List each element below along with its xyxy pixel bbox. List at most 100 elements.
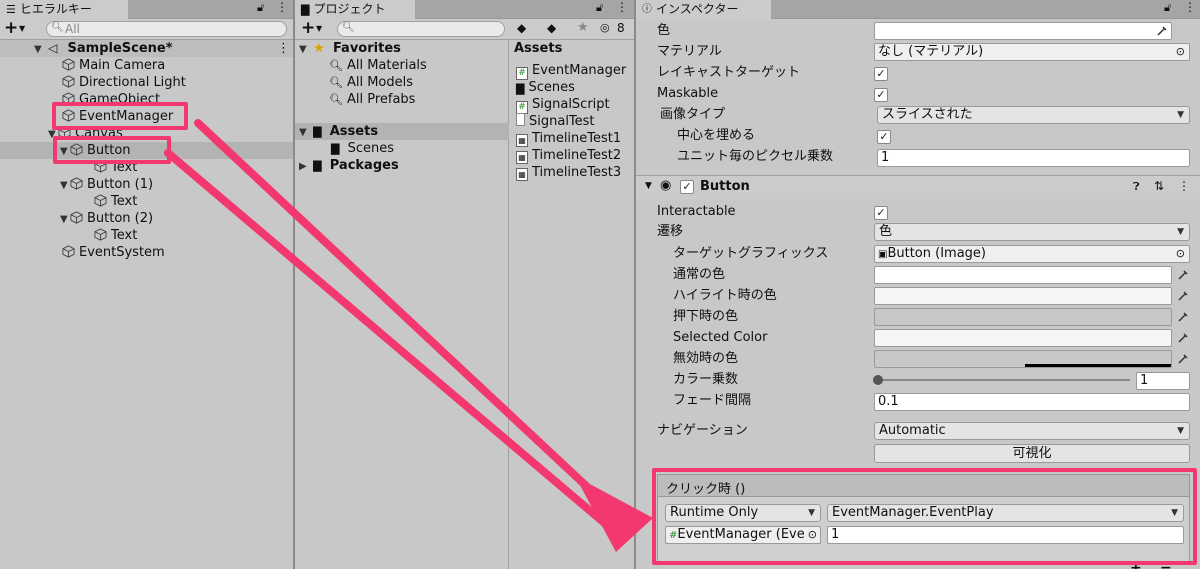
chevron-down-icon[interactable]: ▼ [34, 41, 44, 58]
hierarchy-item[interactable]: Text [0, 159, 293, 176]
scene-row[interactable]: ▼ ◁ SampleScene* ⋮ [0, 40, 293, 57]
hierarchy-item[interactable]: EventSystem [0, 244, 293, 261]
navigation-dropdown[interactable]: Automatic ▼ [874, 422, 1190, 440]
image-type-dropdown[interactable]: スライスされた ▼ [877, 106, 1190, 124]
chevron-down-icon[interactable]: ▼ [316, 24, 322, 33]
target-graphic-field[interactable]: ▣Button (Image) ⊙ [874, 245, 1190, 263]
help-icon[interactable]: ❓︎ [1133, 180, 1140, 194]
raycast-checkbox[interactable]: ✓ [874, 67, 888, 81]
asset-item[interactable]: ▦ TimelineTest1 [510, 130, 634, 147]
slider-thumb[interactable] [873, 375, 883, 385]
chevron-down-icon[interactable]: ▼ [645, 181, 652, 191]
favorite-item[interactable]: 🔍︎ All Prefabs [295, 91, 509, 108]
asset-item[interactable]: # SignalScript [510, 96, 634, 114]
hierarchy-item[interactable]: GameObject [0, 91, 293, 108]
add-button[interactable]: + [301, 18, 315, 38]
chevron-down-icon[interactable]: ▼ [299, 124, 309, 141]
asset-item[interactable]: ▦ TimelineTest3 [510, 164, 634, 181]
lock-icon[interactable]: 🔓︎ [596, 1, 603, 15]
remove-listener-button[interactable]: − [1160, 560, 1172, 569]
eyedropper-icon[interactable] [1177, 311, 1189, 323]
asset-item[interactable]: SignalTest [510, 113, 634, 130]
asset-item[interactable]: ▦ TimelineTest2 [510, 147, 634, 164]
packages-row[interactable]: ▶ ▇ Packages [295, 157, 509, 174]
add-button[interactable]: + [4, 18, 18, 38]
argument-field[interactable]: 1 [827, 526, 1184, 544]
chevron-right-icon[interactable]: ▶ [299, 158, 309, 175]
eyedropper-icon[interactable] [1177, 353, 1189, 365]
lock-icon[interactable]: 🔓︎ [1164, 1, 1171, 15]
disabled-color-field[interactable] [874, 350, 1172, 368]
favorites-row[interactable]: ▼ ★ Favorites [295, 40, 509, 57]
object-picker-icon[interactable]: ⊙ [807, 527, 817, 543]
eye-slash-icon[interactable]: ◎ [600, 21, 610, 34]
button-enabled-checkbox[interactable]: ✓ [680, 180, 694, 194]
scenes-folder-row[interactable]: ▇ Scenes [295, 140, 509, 157]
transition-dropdown[interactable]: 色 ▼ [874, 223, 1190, 241]
eyedropper-icon[interactable] [1177, 269, 1189, 281]
panel-divider[interactable] [293, 0, 295, 569]
runtime-dropdown[interactable]: Runtime Only ▼ [665, 504, 821, 522]
chevron-down-icon[interactable]: ▼ [60, 177, 70, 194]
material-field[interactable]: なし (マテリアル) ⊙ [874, 43, 1190, 61]
highlight-color-field[interactable] [874, 287, 1172, 305]
ppu-field[interactable]: 1 [877, 149, 1190, 167]
visualize-button[interactable]: 可視化 [874, 444, 1190, 463]
hierarchy-item[interactable]: ▼ Button (1) [0, 176, 293, 193]
chevron-down-icon[interactable]: ▼ [19, 24, 25, 33]
more-icon[interactable]: ⋮ [1178, 179, 1190, 193]
tab-hierarchy[interactable]: ☰ ヒエラルキー [0, 0, 128, 19]
lock-icon[interactable]: 🔓︎ [257, 1, 264, 15]
eyedropper-icon[interactable] [1177, 332, 1189, 344]
fill-center-checkbox[interactable]: ✓ [877, 130, 891, 144]
more-icon[interactable]: ⋮ [277, 40, 290, 57]
hierarchy-item[interactable]: Text [0, 227, 293, 244]
more-icon[interactable]: ⋮ [1184, 0, 1196, 14]
button-component-header[interactable]: ▼ ◉ ✓ Button ❓︎ ⇅ ⋮ [636, 175, 1200, 199]
star-icon[interactable]: ★ [577, 20, 589, 35]
more-icon[interactable]: ⋮ [276, 0, 288, 14]
asset-item[interactable]: ▇ Scenes [510, 79, 634, 96]
panel-divider[interactable] [634, 0, 636, 569]
chevron-down-icon[interactable]: ▼ [48, 126, 58, 143]
eyedropper-icon[interactable] [1156, 25, 1168, 37]
maskable-checkbox[interactable]: ✓ [874, 88, 888, 102]
interactable-checkbox[interactable]: ✓ [874, 206, 888, 220]
function-dropdown[interactable]: EventManager.EventPlay ▼ [827, 504, 1184, 522]
normal-color-field[interactable] [874, 266, 1172, 284]
object-picker-icon[interactable]: ⊙ [1176, 246, 1185, 262]
chevron-down-icon[interactable]: ▼ [299, 41, 309, 58]
favorite-item[interactable]: 🔍︎ All Models [295, 74, 509, 91]
filter-type-icon[interactable]: ◆ [517, 21, 526, 35]
color-multiplier-field[interactable]: 1 [1136, 372, 1190, 390]
hierarchy-item[interactable]: Main Camera [0, 57, 293, 74]
target-object-field[interactable]: #EventManager (Eve ⊙ [665, 526, 821, 544]
favorite-item[interactable]: 🔍︎ All Materials [295, 57, 509, 74]
chevron-down-icon[interactable]: ▼ [60, 143, 70, 160]
search-field[interactable]: 🔍︎ All [46, 21, 287, 37]
more-icon[interactable]: ⋮ [616, 0, 628, 14]
eyedropper-icon[interactable] [1177, 290, 1189, 302]
object-picker-icon[interactable]: ⊙ [1176, 44, 1185, 60]
tab-project[interactable]: ▇ プロジェクト [295, 0, 415, 19]
hierarchy-item[interactable]: EventManager [0, 108, 293, 125]
label-tag-icon[interactable]: ◆ [547, 21, 556, 35]
color-field[interactable] [874, 22, 1172, 40]
search-field[interactable]: 🔍︎ [337, 21, 505, 37]
add-listener-button[interactable]: + [1130, 560, 1142, 569]
hierarchy-item[interactable]: ▼ Canvas [0, 125, 293, 142]
fade-field[interactable]: 0.1 [874, 393, 1190, 411]
hierarchy-item[interactable]: ▼ Button [0, 142, 293, 159]
hierarchy-item[interactable]: Text [0, 193, 293, 210]
tab-inspector[interactable]: ⓘ インスペクター [636, 0, 771, 19]
asset-item[interactable]: # EventManager [510, 62, 634, 80]
assets-row[interactable]: ▼ ▇ Assets [295, 123, 509, 140]
preset-icon[interactable]: ⇅ [1154, 179, 1164, 193]
hierarchy-item[interactable]: Directional Light [0, 74, 293, 91]
chevron-down-icon[interactable]: ▼ [60, 211, 70, 228]
breadcrumb[interactable]: Assets [514, 41, 562, 56]
color-multiplier-slider[interactable] [878, 379, 1130, 381]
hierarchy-item[interactable]: ▼ Button (2) [0, 210, 293, 227]
pressed-color-field[interactable] [874, 308, 1172, 326]
selected-color-field[interactable] [874, 329, 1172, 347]
